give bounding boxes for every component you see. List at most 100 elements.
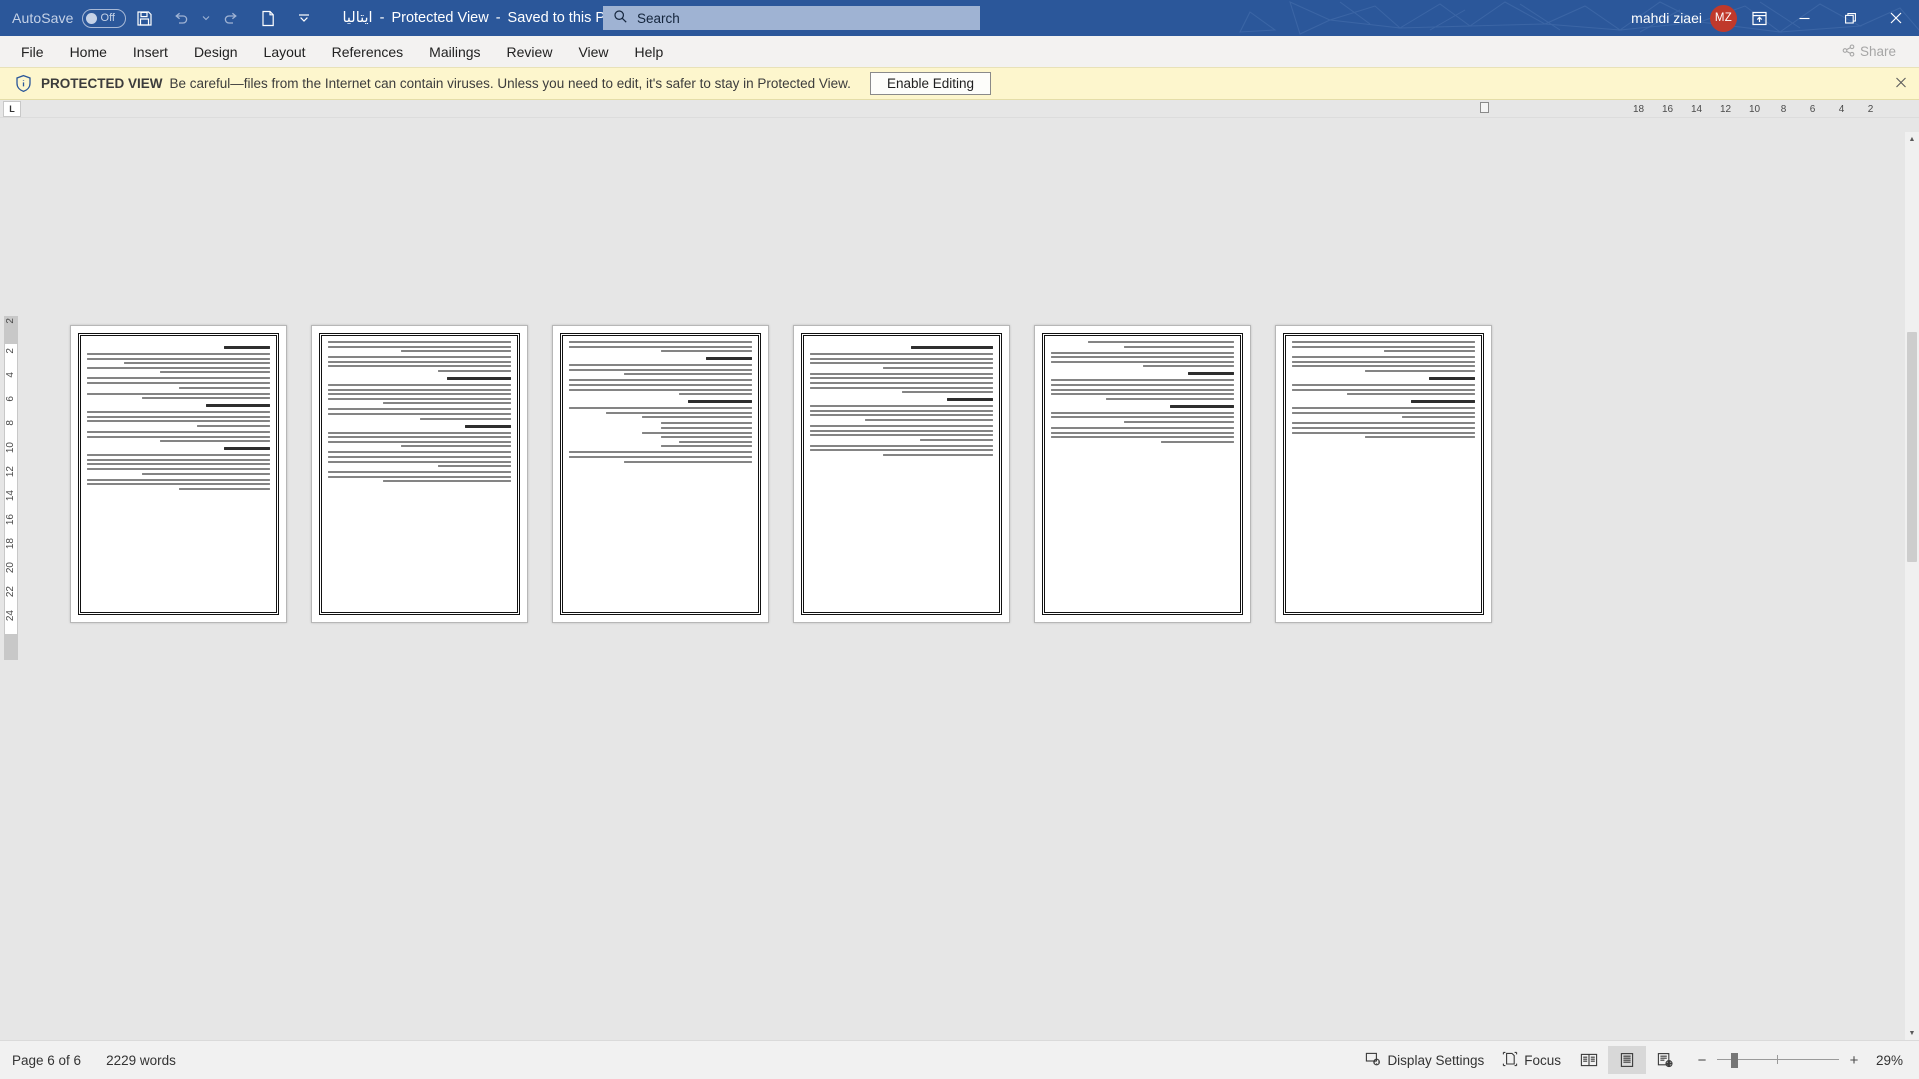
ruler-tick: 14 (5, 490, 16, 502)
tab-review[interactable]: Review (494, 36, 566, 67)
text-line (1051, 393, 1234, 396)
text-line (810, 377, 993, 380)
tab-insert[interactable]: Insert (120, 36, 181, 67)
tab-mailings[interactable]: Mailings (416, 36, 493, 67)
document-page[interactable] (1275, 325, 1492, 623)
document-page[interactable] (70, 325, 287, 623)
paragraph-heading (465, 424, 511, 428)
zoom-slider[interactable] (1717, 1052, 1839, 1068)
ruler-tick: 10 (1748, 103, 1761, 115)
document-page[interactable] (793, 325, 1010, 623)
paragraph-heading (910, 346, 993, 349)
close-icon[interactable] (1895, 76, 1907, 91)
paragraph (328, 431, 511, 448)
text-line (141, 397, 270, 400)
list-item (660, 422, 752, 425)
focus-button[interactable]: Focus (1493, 1046, 1570, 1074)
page-content-area (318, 332, 521, 616)
text-line (160, 371, 270, 374)
zoom-slider-knob[interactable] (1731, 1053, 1738, 1068)
scrollbar-thumb[interactable] (1907, 332, 1917, 562)
share-button[interactable]: Share (1834, 40, 1907, 63)
display-settings-button[interactable]: Display Settings (1356, 1046, 1493, 1074)
text-line (810, 429, 993, 432)
text-line (1051, 356, 1234, 359)
document-page[interactable] (1034, 325, 1251, 623)
web-layout-icon[interactable] (1646, 1046, 1684, 1074)
word-count[interactable]: 2229 words (106, 1053, 176, 1068)
paragraph (328, 451, 511, 468)
horizontal-ruler[interactable]: L 18 16 14 12 10 8 6 4 2 (0, 100, 1919, 118)
text-line (810, 434, 993, 437)
document-page[interactable] (552, 325, 769, 623)
share-icon (1842, 43, 1855, 60)
paragraph (810, 405, 993, 421)
status-bar: Page 6 of 6 2229 words Display Settings … (0, 1040, 1919, 1079)
paragraph (1051, 426, 1234, 443)
customize-quick-access-toolbar-icon[interactable] (287, 2, 321, 34)
tab-layout[interactable]: Layout (251, 36, 319, 67)
protected-view-message: Be careful—files from the Internet can c… (169, 76, 851, 91)
paragraph (87, 430, 270, 443)
autosave-toggle[interactable]: Off (81, 8, 126, 28)
minimize-icon[interactable] (1781, 0, 1827, 36)
tab-references[interactable]: References (319, 36, 417, 67)
save-icon[interactable] (128, 2, 162, 34)
new-document-icon[interactable] (251, 2, 285, 34)
text-line (87, 430, 270, 433)
print-layout-icon[interactable] (1608, 1046, 1646, 1074)
tab-design[interactable]: Design (181, 36, 251, 67)
plus-icon[interactable]: + (1848, 1052, 1860, 1069)
undo-icon[interactable] (164, 2, 198, 34)
search-box[interactable]: Search (603, 6, 980, 30)
redo-icon[interactable] (215, 2, 249, 34)
text-line (1142, 365, 1234, 368)
ribbon-display-options-icon[interactable] (1737, 0, 1781, 36)
scroll-down-arrow-icon[interactable]: ▼ (1905, 1026, 1919, 1040)
document-page[interactable] (311, 325, 528, 623)
text-line (1292, 388, 1475, 391)
text-line (810, 409, 993, 412)
text-line (1051, 351, 1234, 354)
page-indicator[interactable]: Page 6 of 6 (12, 1053, 81, 1068)
text-line (1292, 345, 1475, 348)
zoom-level-label[interactable]: 29% (1869, 1053, 1909, 1068)
tab-home[interactable]: Home (57, 36, 120, 67)
document-name[interactable]: ايتاليا (343, 10, 373, 26)
enable-editing-button[interactable]: Enable Editing (869, 72, 992, 95)
vertical-scrollbar[interactable]: ▲ ▼ (1905, 132, 1919, 1040)
paragraph (328, 356, 511, 372)
tab-stop-selector[interactable]: L (3, 101, 21, 117)
zoom-control[interactable]: − + 29% (1684, 1052, 1909, 1069)
restore-icon[interactable] (1827, 0, 1873, 36)
vertical-ruler[interactable]: 2 2 4 6 8 10 12 14 16 18 20 22 24 (0, 132, 22, 1040)
indent-marker[interactable] (1480, 102, 1489, 113)
text-line (569, 407, 752, 410)
read-mode-icon[interactable] (1570, 1046, 1608, 1074)
paragraph (1051, 411, 1234, 423)
text-line (569, 455, 752, 458)
account-name[interactable]: mahdi ziaei (1631, 10, 1702, 26)
paragraph (810, 424, 993, 441)
ruler-tick: 8 (1780, 103, 1787, 115)
text-line (660, 350, 752, 353)
minus-icon[interactable]: − (1696, 1052, 1708, 1069)
text-line (1160, 440, 1234, 443)
ruler-tick: 16 (1661, 103, 1674, 115)
text-line (810, 449, 993, 452)
close-icon[interactable] (1873, 0, 1919, 36)
text-line (569, 368, 752, 371)
scroll-up-arrow-icon[interactable]: ▲ (1905, 132, 1919, 146)
text-line (87, 377, 270, 380)
ruler-tick: 2 (5, 348, 16, 354)
titlebar-right-group: mahdi ziaei MZ (1631, 0, 1919, 36)
tab-help[interactable]: Help (622, 36, 677, 67)
document-canvas[interactable]: ▲ ▼ (22, 132, 1919, 1040)
tab-file[interactable]: File (8, 36, 57, 67)
text-line (87, 467, 270, 470)
text-line (901, 391, 993, 394)
undo-dropdown-icon[interactable] (200, 2, 213, 34)
avatar[interactable]: MZ (1710, 4, 1737, 32)
save-location-label[interactable]: Saved to this PC (508, 10, 616, 26)
tab-view[interactable]: View (565, 36, 621, 67)
